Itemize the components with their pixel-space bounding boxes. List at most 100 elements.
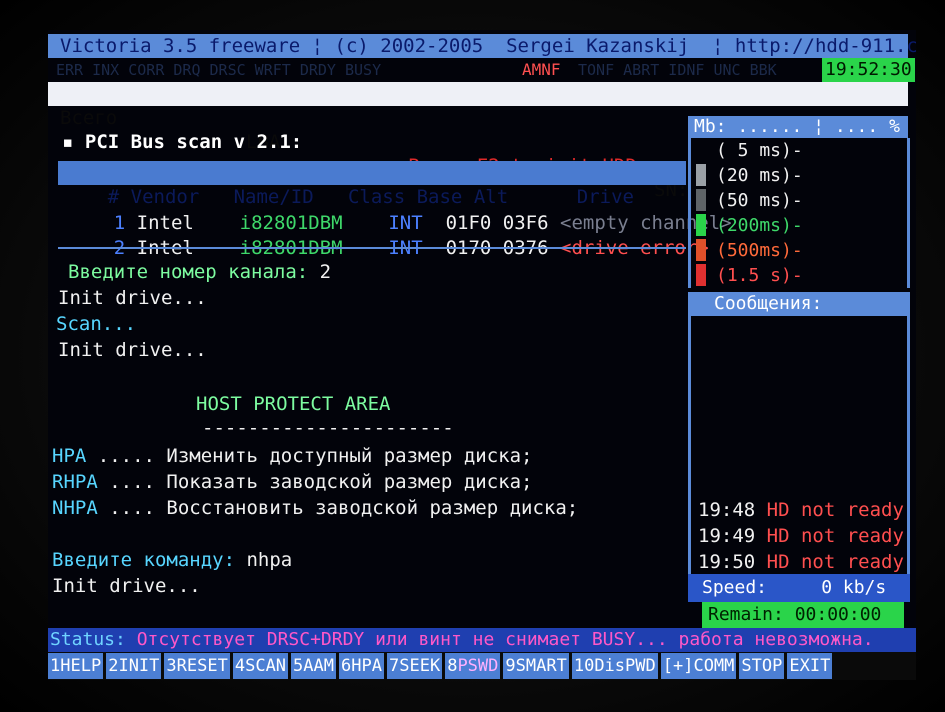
function-key-bar: 1HELP 2INIT 3RESET 4SCAN 5AAM 6HPA 7SEEK… — [48, 652, 916, 680]
fkey-num: 5 — [293, 656, 304, 676]
latency-5ms: ( 5 ms)- — [696, 138, 803, 163]
fkey-num: [+] — [662, 656, 694, 676]
title-bar: Victoria 3.5 freeware ¦ (c) 2002-2005 Se… — [48, 34, 916, 58]
total-label: Всего — [60, 107, 118, 129]
console-line: Scan... — [56, 313, 137, 335]
fkey-label: DisPWD — [594, 656, 656, 676]
comm-button[interactable]: [+]COMM — [660, 653, 737, 679]
latency-1500ms: (1.5 s)- — [696, 263, 803, 288]
command-prompt-label: Введите команду: — [52, 549, 236, 571]
latency-bar — [696, 164, 706, 186]
speed-readout: Speed: 0 kb/s — [688, 574, 910, 602]
latency-label: (200ms)- — [716, 215, 803, 236]
channel-prompt-label: Введите номер канала: — [68, 261, 309, 283]
fkey-num: 3 — [166, 656, 177, 676]
latency-bar — [696, 264, 706, 286]
latency-500ms: (500ms)- — [696, 238, 803, 263]
latency-bar — [696, 239, 706, 261]
message-time: 19:49 — [698, 525, 756, 547]
message-text: HD not ready — [755, 499, 904, 521]
f9-smart-button[interactable]: 9SMART — [503, 653, 569, 679]
latency-label: (500ms)- — [716, 240, 803, 261]
victoria-screen: Victoria 3.5 freeware ¦ (c) 2002-2005 Se… — [48, 30, 916, 680]
f4-scan-button[interactable]: 4SCAN — [232, 653, 289, 679]
hpa-rule: ---------------------- — [202, 417, 454, 439]
amnf-flag: AMNF — [522, 60, 561, 79]
message-item: 19:49 HD not ready — [698, 524, 904, 549]
f8-pswd-button[interactable]: 8PSWD — [445, 653, 501, 679]
info-bar: Всего LBA Press F2 to init HDD SN: — [48, 82, 908, 201]
latency-label: (50 ms)- — [716, 190, 803, 211]
rhpa-line: RHPA .... Показать заводской размер диск… — [52, 470, 532, 495]
fkey-num: 1 — [50, 656, 61, 676]
stop-button[interactable]: STOP — [739, 653, 785, 679]
fkey-num: 6 — [341, 656, 352, 676]
latency-label: (1.5 s)- — [716, 265, 803, 286]
latency-20ms: (20 ms)- — [696, 163, 803, 188]
messages-header: Сообщения: — [688, 292, 910, 316]
f5-aam-button[interactable]: 5AAM — [291, 653, 337, 679]
message-item: 19:48 HD not ready — [698, 498, 904, 523]
clock: 19:52:30 — [822, 58, 915, 82]
fkey-num: 7 — [388, 656, 400, 676]
fkey-num: 10 — [573, 656, 595, 676]
f7-seek-button[interactable]: 7SEEK — [386, 653, 443, 679]
rhpa-key: RHPA — [52, 471, 98, 493]
latency-bar — [696, 139, 706, 161]
status-bar: Status: Отсутствует DRSC+DRDY или винт н… — [48, 628, 916, 652]
hpa-key: HPA — [52, 445, 87, 467]
message-time: 19:48 — [698, 499, 756, 521]
mb-header: Mb: ...... ¦ .... % — [688, 116, 908, 138]
f10-dispwd-button[interactable]: 10DisPWD — [571, 653, 658, 679]
message-text: HD not ready — [755, 525, 904, 547]
fkey-label: PSWD — [457, 656, 499, 676]
remain-readout: Remain: 00:00:00 — [702, 602, 904, 628]
pci-column-header: # Vendor Name/ID Class Base Alt Drive — [58, 161, 686, 208]
message-text: HD not ready — [755, 551, 904, 573]
hpa-desc: ..... Изменить доступный размер диска; — [86, 445, 533, 467]
f3-reset-button[interactable]: 3RESET — [164, 653, 230, 679]
exit-button[interactable]: EXIT — [787, 653, 833, 679]
fkey-num: 4 — [234, 656, 246, 676]
message-time: 19:50 — [698, 551, 756, 573]
nhpa-key: NHPA — [52, 497, 98, 519]
latency-label: ( 5 ms)- — [716, 140, 803, 161]
fkey-num: 9 — [505, 656, 516, 676]
console-line: Init drive... — [58, 287, 207, 309]
pci-scan-title: ▪ PCI Bus scan v 2.1: — [62, 131, 303, 153]
hpa-title: HOST PROTECT AREA — [196, 393, 391, 415]
channel-value: 2 — [319, 261, 332, 283]
divider — [58, 247, 686, 249]
fkey-label: HPA — [351, 656, 382, 676]
rhpa-desc: .... Показать заводской размер диска; — [97, 471, 533, 493]
fkey-num: 2 — [108, 656, 119, 676]
flags-row: ERR INX CORR DRQ DRSC WRFT DRDY BUSY AMN… — [48, 58, 915, 82]
f1-help-button[interactable]: 1HELP — [48, 653, 104, 679]
f2-init-button[interactable]: 2INIT — [106, 653, 162, 679]
nhpa-line: NHPA .... Восстановить заводской размер … — [52, 496, 578, 521]
latency-bar — [696, 189, 706, 211]
fkey-label: COMM — [693, 656, 735, 676]
fkey-label: SMART — [515, 656, 567, 676]
fkey-label: INIT — [118, 656, 160, 676]
fkey-label: AAM — [303, 656, 335, 676]
flags-right: TONF ABRT IDNF UNC BBK — [578, 61, 777, 79]
message-item: 19:50 HD not ready — [698, 550, 904, 575]
latency-bar — [696, 214, 706, 236]
fkey-num: 8 — [447, 656, 458, 676]
nhpa-desc: .... Восстановить заводской размер диска… — [97, 497, 579, 519]
fkey-label: STOP — [741, 656, 783, 676]
console-line: Init drive... — [58, 339, 207, 361]
command-input[interactable]: nhpa — [235, 549, 292, 571]
channel-prompt: Введите номер канала: 2 — [68, 260, 331, 285]
latency-50ms: (50 ms)- — [696, 188, 803, 213]
f6-hpa-button[interactable]: 6HPA — [339, 653, 384, 679]
command-prompt[interactable]: Введите команду: nhpa — [52, 548, 292, 573]
console-line: Init drive... — [52, 575, 201, 597]
latency-200ms: (200ms)- — [696, 213, 803, 238]
status-text: Отсутствует DRSC+DRDY или винт не снимае… — [125, 629, 874, 650]
fkey-label: SEEK — [399, 656, 441, 676]
latency-label: (20 ms)- — [716, 165, 803, 186]
fkey-label: EXIT — [789, 656, 831, 676]
fkey-label: SCAN — [245, 656, 287, 676]
